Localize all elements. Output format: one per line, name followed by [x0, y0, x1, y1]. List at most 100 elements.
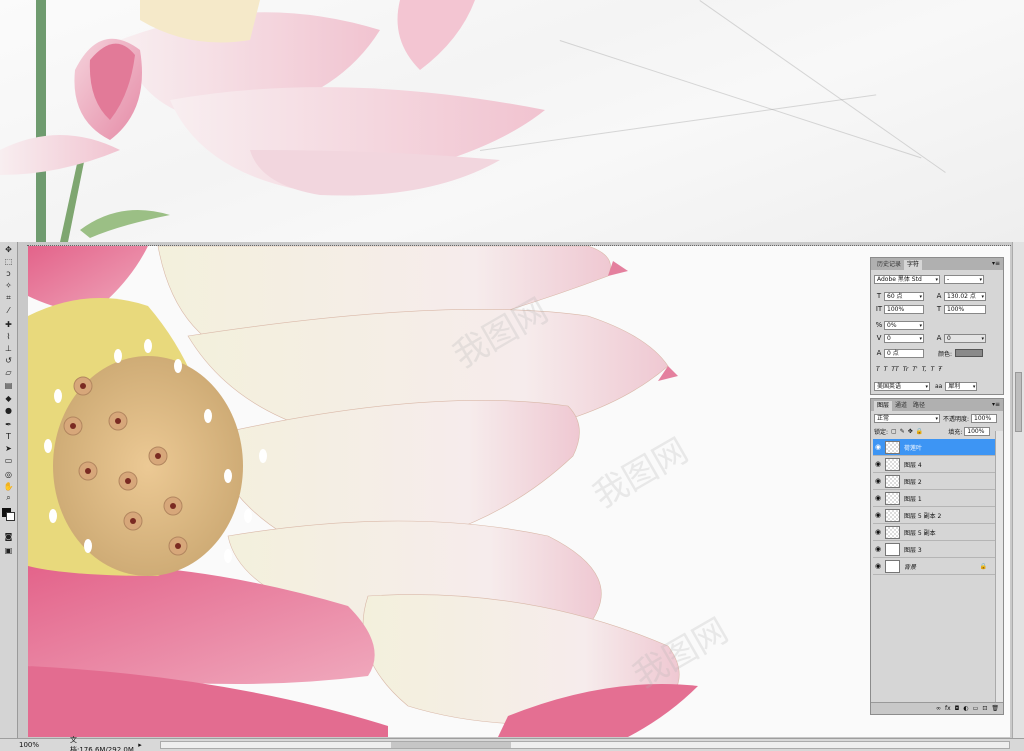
scrollbar-thumb[interactable] — [391, 742, 511, 748]
layers-scrollbar[interactable] — [995, 431, 1003, 703]
font-style-select[interactable]: - ▾ — [944, 274, 984, 284]
opacity-value: 100% — [974, 414, 992, 422]
small-caps-button[interactable]: Tr — [903, 366, 909, 373]
blur-tool-icon[interactable]: ◆ — [2, 392, 15, 404]
font-size-field[interactable]: 60 点 ▾ — [884, 291, 924, 301]
language-select[interactable]: 美国英语 ▾ — [874, 381, 930, 391]
baseline-shift-field[interactable]: 0 点 — [884, 348, 924, 358]
trash-icon[interactable]: 🗑 — [991, 705, 999, 712]
brush-tool-icon[interactable]: ⌇ — [2, 330, 15, 342]
horizontal-scale-field[interactable]: 100% — [944, 304, 986, 314]
vertical-scale-field[interactable]: 100% — [884, 304, 924, 314]
hand-tool-icon[interactable]: ✋ — [2, 480, 15, 492]
marquee-tool-icon[interactable]: ⬚ — [2, 255, 15, 267]
stamp-tool-icon[interactable]: ⊥ — [2, 342, 15, 354]
visibility-eye-icon[interactable]: ◉ — [873, 494, 883, 502]
layer-row[interactable]: ◉ 图层 4 — [873, 456, 995, 473]
opacity-field[interactable]: 100% — [971, 413, 998, 423]
fx-icon[interactable]: fx — [945, 705, 951, 712]
text-color-swatch[interactable] — [955, 349, 984, 357]
underline-button[interactable]: T — [931, 366, 935, 373]
layer-row[interactable]: ◉ 图层 3 — [873, 541, 995, 558]
lock-label: 锁定: — [874, 428, 889, 436]
pen-tool-icon[interactable]: ✒ — [2, 418, 15, 430]
group-icon[interactable]: ▭ — [973, 705, 979, 712]
move-tool-icon[interactable]: ✥ — [2, 243, 15, 255]
document-canvas[interactable]: 我图网 我图网 我图网 — [28, 246, 1010, 737]
faux-bold-button[interactable]: T — [876, 366, 880, 373]
tracking-field[interactable]: 0 ▾ — [944, 333, 986, 343]
visibility-eye-icon[interactable]: ◉ — [873, 545, 883, 553]
quick-mask-icon[interactable]: ◙ — [2, 530, 15, 542]
visibility-eye-icon[interactable]: ◉ — [873, 562, 883, 570]
new-layer-icon[interactable]: ⊡ — [982, 705, 987, 712]
adjust-icon[interactable]: ◐ — [963, 705, 968, 712]
layer-row[interactable]: ◉ 图层 2 — [873, 473, 995, 490]
fill-label: 填充: — [948, 428, 963, 436]
layer-row[interactable]: ◉ 背景 🔒 — [873, 558, 995, 575]
chevron-down-icon: ▾ — [981, 293, 984, 300]
layer-name: 图层 1 — [904, 495, 922, 503]
faux-italic-button[interactable]: T — [884, 366, 888, 373]
history-brush-tool-icon[interactable]: ↺ — [2, 354, 15, 366]
panel-menu-icon[interactable]: ▾≡ — [992, 401, 1000, 408]
eraser-tool-icon[interactable]: ▱ — [2, 366, 15, 378]
lock-options-icon[interactable]: ▢✎✥🔒 — [891, 428, 926, 435]
superscript-button[interactable]: T' — [912, 366, 917, 373]
fill-field[interactable]: 100% — [964, 426, 991, 436]
layer-row[interactable]: ◉ 荷莲叶 — [873, 439, 995, 456]
kerning-field[interactable]: 0 ▾ — [884, 333, 924, 343]
healing-tool-icon[interactable]: ✚ — [2, 318, 15, 330]
blend-mode-select[interactable]: 正常 ▾ — [874, 413, 940, 423]
all-caps-button[interactable]: TT — [891, 366, 898, 373]
mask-icon[interactable]: ◘ — [955, 705, 960, 712]
status-menu-arrow-icon[interactable]: ▸ — [134, 741, 146, 749]
visibility-eye-icon[interactable]: ◉ — [873, 460, 883, 468]
layer-name: 荷莲叶 — [904, 444, 923, 452]
visibility-eye-icon[interactable]: ◉ — [873, 511, 883, 519]
link-icon[interactable]: ∞ — [936, 705, 941, 712]
layer-name: 背景 — [904, 563, 917, 571]
tab-character[interactable]: 字符 — [904, 260, 923, 270]
tab-channels[interactable]: 通道 — [892, 401, 910, 411]
subscript-button[interactable]: T, — [922, 366, 927, 373]
strikethrough-button[interactable]: Ŧ — [938, 366, 942, 373]
zoom-level[interactable]: 100% — [0, 741, 48, 749]
eyedropper-tool-icon[interactable]: ⁄ — [2, 304, 15, 316]
visibility-eye-icon[interactable]: ◉ — [873, 477, 883, 485]
tracking-ratio-icon: % — [875, 321, 883, 329]
gradient-tool-icon[interactable]: ▤ — [2, 379, 15, 391]
panel-menu-icon[interactable]: ▾≡ — [992, 260, 1000, 267]
path-select-tool-icon[interactable]: ➤ — [2, 442, 15, 454]
scrollbar-thumb[interactable] — [1015, 372, 1022, 432]
layer-name: 图层 3 — [904, 546, 922, 554]
visibility-eye-icon[interactable]: ◉ — [873, 443, 883, 451]
background-color-swatch[interactable] — [6, 512, 15, 521]
tab-paths[interactable]: 路径 — [910, 401, 928, 411]
tab-history[interactable]: 历史记录 — [874, 260, 904, 270]
layer-row[interactable]: ◉ 图层 1 — [873, 490, 995, 507]
3d-tool-icon[interactable]: ◎ — [2, 468, 15, 480]
tracking-ratio-field[interactable]: 0% ▾ — [884, 320, 924, 330]
font-family-select[interactable]: Adobe 黑体 Std ▾ — [874, 274, 940, 284]
vertical-scrollbar[interactable] — [1012, 242, 1024, 738]
magic-wand-tool-icon[interactable]: ✧ — [2, 279, 15, 291]
antialias-select[interactable]: 犀利 ▾ — [945, 381, 978, 391]
visibility-eye-icon[interactable]: ◉ — [873, 528, 883, 536]
shape-tool-icon[interactable]: ▭ — [2, 454, 15, 466]
screen-mode-icon[interactable]: ▣ — [2, 544, 15, 556]
baseline-shift-icon: A — [876, 349, 882, 357]
horizontal-scrollbar[interactable] — [160, 741, 1010, 749]
color-label: 颜色: — [938, 350, 953, 358]
leading-field[interactable]: 130.02 点 ▾ — [944, 291, 986, 301]
layer-row[interactable]: ◉ 图层 5 副本 — [873, 524, 995, 541]
layer-row[interactable]: ◉ 图层 5 副本 2 — [873, 507, 995, 524]
status-bar: 100% 文档:176.6M/292.0M ▸ — [0, 736, 1024, 751]
layer-name: 图层 4 — [904, 461, 922, 469]
type-tool-icon[interactable]: T — [2, 430, 15, 442]
crop-tool-icon[interactable]: ⌗ — [2, 292, 15, 304]
zoom-tool-icon[interactable]: ⌕ — [2, 492, 15, 504]
lasso-tool-icon[interactable]: ↄ — [2, 267, 15, 279]
dodge-tool-icon[interactable]: ● — [2, 404, 15, 416]
tab-layers[interactable]: 图层 — [874, 401, 893, 411]
